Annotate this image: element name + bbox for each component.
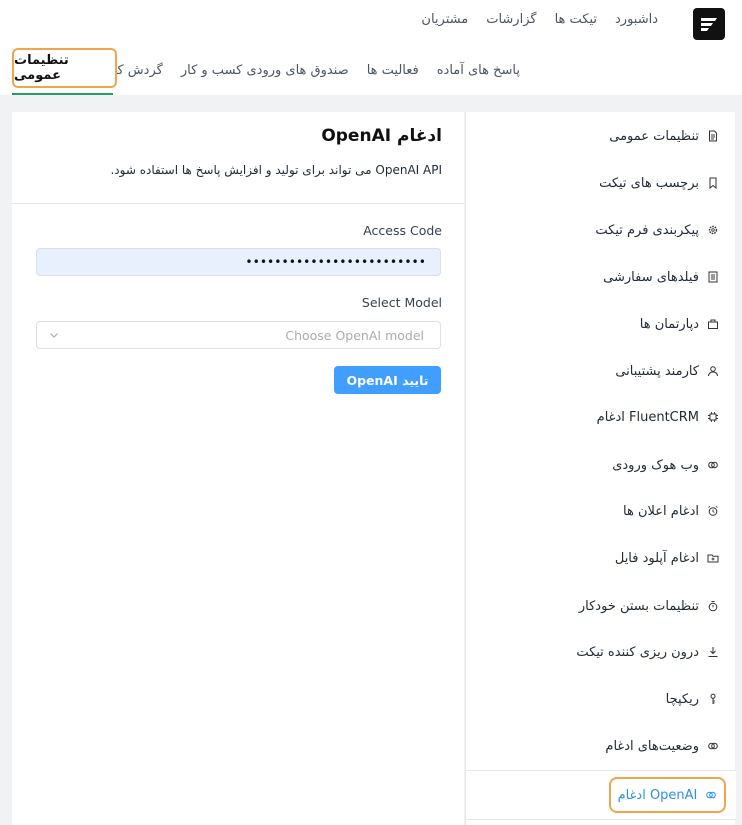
tab-global-settings[interactable]: تنظیمات عمومی — [12, 48, 117, 88]
sidebar-item-label: درون ریزی کننده تیکت — [576, 644, 699, 660]
sidebar-item-ticket-tags[interactable]: برچسب های تیکت — [599, 173, 719, 193]
top-nav-dashboard[interactable]: داشبورد — [615, 12, 658, 27]
alarm-icon — [707, 505, 719, 517]
sidebar-item-custom-fields[interactable]: فیلدهای سفارشی — [603, 267, 719, 287]
user-icon — [707, 365, 719, 377]
sidebar-item-label: کارمند پشتیبانی — [615, 363, 699, 379]
tab-activities[interactable]: فعالیت ها — [367, 63, 419, 78]
page-title: ادغام OpenAI — [321, 126, 442, 146]
page-description: OpenAI API می تواند برای تولید و افزایش … — [110, 163, 442, 177]
model-select-placeholder: Choose OpenAI model — [285, 327, 424, 343]
access-code-input[interactable] — [36, 248, 441, 276]
document-icon — [707, 130, 719, 142]
tab-business-inboxes[interactable]: صندوق های ورودی کسب و کار — [181, 63, 349, 78]
sidebar-item-openai[interactable]: ادغام OpenAI — [609, 777, 726, 813]
top-nav-tickets[interactable]: تیکت ها — [555, 12, 597, 27]
timer-icon — [707, 600, 719, 612]
sidebar-item-label: پیکربندی فرم تیکت — [595, 222, 699, 238]
sidebar-item-notifications[interactable]: ادغام اعلان ها — [623, 501, 719, 521]
folder-icon — [707, 552, 719, 564]
sidebar-item-label: تنظیمات بستن خودکار — [578, 598, 699, 614]
sidebar-item-label: دپارتمان ها — [639, 316, 699, 332]
sidebar-item-label: برچسب های تیکت — [599, 175, 699, 191]
panel-header: ادغام OpenAI OpenAI API می تواند برای تو… — [12, 112, 464, 204]
gear-icon — [707, 224, 719, 236]
sidebar-item-label: ادغام OpenAI — [617, 787, 698, 803]
tab-saved-replies[interactable]: پاسخ های آماده — [437, 63, 520, 78]
link-icon — [706, 791, 717, 799]
top-nav-customers[interactable]: مشتریان — [421, 12, 468, 27]
sidebar-item-incoming-webhook[interactable]: وب هوک ورودی — [612, 455, 719, 475]
sidebar-item-ticket-form-config[interactable]: پیکربندی فرم تیکت — [595, 220, 719, 240]
top-nav-reports[interactable]: گزارشات — [486, 12, 536, 27]
sidebar-item-global-settings[interactable]: تنظیمات عمومی — [609, 126, 719, 146]
sidebar-item-fluentcrm[interactable]: ادغام FluentCRM — [597, 407, 719, 427]
link-icon — [707, 459, 719, 471]
openai-settings-panel: ادغام OpenAI OpenAI API می تواند برای تو… — [12, 112, 464, 825]
chevron-down-icon — [50, 333, 58, 338]
top-bar: داشبورد تیکت ها گزارشات مشتریان پاسخ های… — [0, 0, 742, 95]
sidebar-item-recaptcha[interactable]: ریکپچا — [666, 689, 719, 709]
bookmark-icon — [707, 177, 719, 189]
sidebar-item-support-staff[interactable]: کارمند پشتیبانی — [615, 361, 719, 381]
top-nav: داشبورد تیکت ها گزارشات مشتریان — [421, 12, 658, 27]
model-select[interactable]: Choose OpenAI model — [36, 321, 441, 349]
sidebar-item-label: ریکپچا — [665, 691, 699, 707]
select-model-label: Select Model — [361, 295, 442, 310]
sidebar-item-auto-close[interactable]: تنظیمات بستن خودکار — [579, 596, 719, 616]
sidebar-item-label: وضعیت‌های ادغام — [605, 738, 699, 754]
settings-sidebar: تنظیمات عمومی برچسب های تیکت پیکربندی فر… — [465, 112, 736, 825]
sidebar-item-departments[interactable]: دپارتمان ها — [640, 314, 719, 334]
link-icon — [707, 740, 719, 752]
sidebar-item-file-upload[interactable]: ادغام آپلود فایل — [615, 548, 719, 568]
app-logo[interactable] — [693, 8, 725, 40]
sidebar-item-ticket-importer[interactable]: درون ریزی کننده تیکت — [576, 642, 719, 662]
sidebar-item-label: ادغام آپلود فایل — [614, 550, 699, 566]
confirm-openai-button[interactable]: تایید OpenAI — [334, 366, 441, 394]
sidebar-item-label: ادغام FluentCRM — [596, 409, 699, 425]
sidebar-item-integration-status[interactable]: وضعیت‌های ادغام — [605, 736, 719, 756]
key-icon — [707, 693, 719, 705]
chip-icon — [707, 411, 719, 423]
sidebar-item-label: فیلدهای سفارشی — [603, 269, 699, 285]
logo-icon — [701, 18, 717, 31]
suitcase-icon — [707, 318, 719, 330]
download-icon — [707, 646, 719, 658]
sidebar-item-label: تنظیمات عمومی — [609, 128, 699, 144]
sub-nav: پاسخ های آماده فعالیت ها صندوق های ورودی… — [96, 48, 520, 92]
sidebar-item-label: وب هوک ورودی — [612, 457, 699, 473]
access-code-label: Access Code — [363, 223, 442, 238]
sidebar-item-label: ادغام اعلان ها — [623, 503, 699, 519]
list-icon — [707, 271, 719, 283]
